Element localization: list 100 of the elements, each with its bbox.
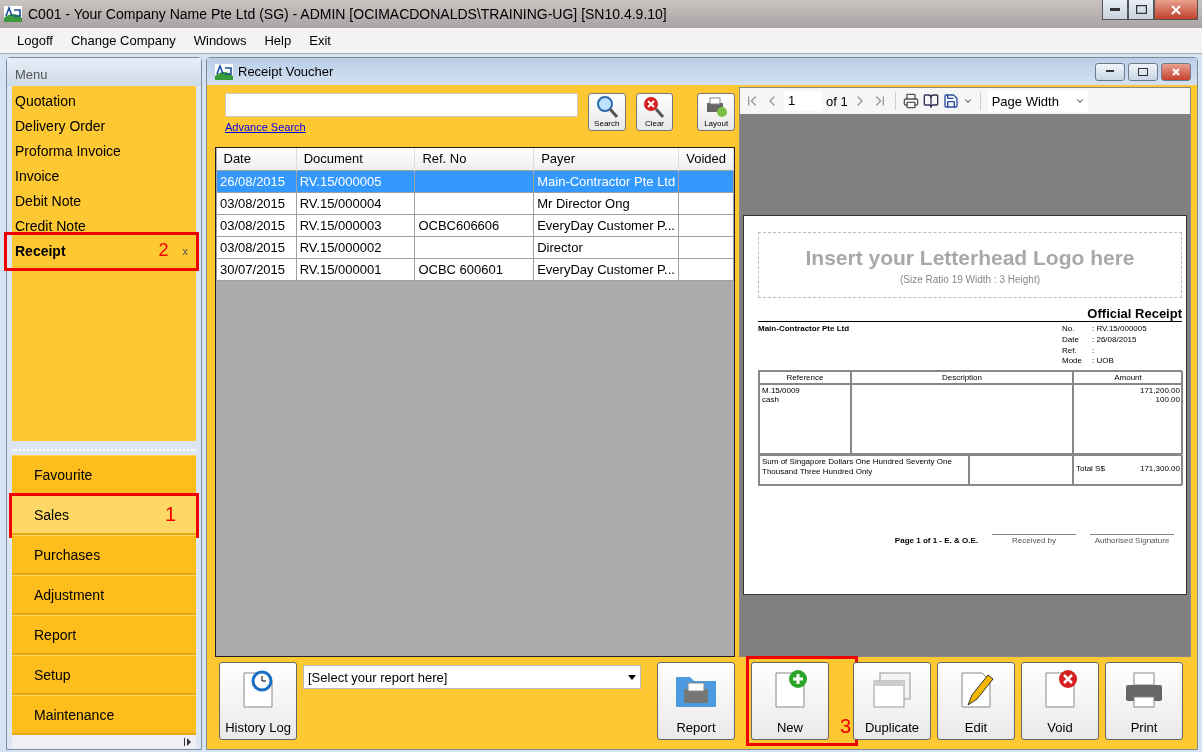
meta-value: : UOB [1092,356,1115,367]
search-field[interactable] [225,93,578,117]
export-icon[interactable] [942,93,959,109]
menu-item[interactable]: Change Company [61,33,185,48]
layout-button[interactable]: Layout [697,93,735,131]
page-setup-icon[interactable] [922,93,939,109]
amount-text: 171,200.00 [1138,386,1180,395]
report-button[interactable]: Report [657,662,735,740]
table-cell: EveryDay Customer P... [533,258,679,280]
sidebar-group[interactable]: Report [12,615,196,655]
maximize-icon [1138,67,1148,76]
sidebar-group[interactable]: Adjustment [12,575,196,615]
caret-icon [1074,96,1085,106]
clear-button[interactable]: Clear [635,93,674,131]
signature-line: Authorised Signature [1090,534,1174,545]
menu-item[interactable]: Windows [184,33,256,48]
duplicate-button[interactable]: Duplicate [853,662,931,740]
meta-label: Ref. [1062,345,1078,357]
sidebar-group[interactable]: Setup [12,655,196,695]
total-label: Total S$ [1076,464,1105,475]
page-number-field[interactable]: 1 [784,91,822,111]
reference-text: M.15/0009 [762,386,801,395]
close-button[interactable] [1161,62,1191,81]
sidebar-item[interactable]: Debit Note [12,188,196,213]
column-header[interactable]: Document [296,148,415,170]
print-icon[interactable] [902,93,919,109]
sidebar-item[interactable]: Quotation [12,88,196,113]
table-cell: Mr Director Ong [533,192,679,214]
minimize-button[interactable] [1095,62,1125,81]
sidebar-item[interactable]: Invoice [12,163,196,188]
column-header[interactable]: Payer [533,148,679,170]
minimize-icon [1110,7,1120,12]
table-cell: RV.15/000002 [296,236,415,258]
maximize-icon [1135,5,1147,14]
meta-value: : [1092,345,1096,357]
column-header[interactable]: Voided [678,148,734,170]
menu-item[interactable]: Logoff [8,33,62,48]
minimize-icon [1106,70,1114,73]
reference-text: cash [762,395,780,404]
maximize-button[interactable] [1128,0,1154,20]
table-cell: RV.15/000004 [296,192,415,214]
caret-icon[interactable] [962,96,973,106]
history-button[interactable]: History Log [219,662,297,740]
document-title: Official Receipt [758,306,1182,322]
table-cell: 30/07/2015 [216,258,297,280]
column-header: Amount [1113,373,1143,382]
table-cell: RV.15/000003 [296,214,415,236]
advance-search-link[interactable]: Advance Search [225,121,306,133]
table-cell: Director [533,236,679,258]
table-cell: OCBC606606 [414,214,534,236]
scroll-arrow-icon[interactable] [184,738,192,746]
callout-number: 2 [158,240,169,261]
report-select[interactable]: [Select your report here] [303,665,641,689]
column-header[interactable]: Ref. No [414,148,534,170]
table-cell: OCBC 600601 [414,258,534,280]
column-header: Description [941,373,983,382]
table-cell: EveryDay Customer P... [533,214,679,236]
callout-number: 1 [164,503,176,526]
sidebar-group[interactable]: Purchases [12,535,196,575]
menu-item[interactable]: Exit [300,33,340,48]
minimize-button[interactable] [1102,0,1128,20]
sidebar-group[interactable]: Maintenance [12,695,196,735]
table-cell: RV.15/000001 [296,258,415,280]
printer-gear-icon [704,95,729,119]
table-cell: 03/08/2015 [216,192,297,214]
restore-button[interactable] [1128,62,1158,81]
column-header[interactable]: Date [216,148,297,170]
close-button[interactable] [1154,0,1198,20]
print-button[interactable]: Print [1105,662,1183,740]
edit-button[interactable]: Edit [937,662,1015,740]
sidebar-item[interactable]: Delivery Order [12,113,196,138]
sidebar-group[interactable]: Favourite [12,455,196,495]
amount-text: 100.00 [1154,395,1180,404]
table-cell: 03/08/2015 [216,214,297,236]
meta-label: No. [1062,324,1076,335]
table-cell: Main-Contractor Pte Ltd [533,170,679,192]
sidebar-item[interactable]: Receipt [12,238,159,263]
search-button[interactable]: Search [587,93,626,131]
sidebar-item[interactable]: Proforma Invoice [12,138,196,163]
meta-label: Date [1062,334,1080,346]
total-amount: 171,300.00 [1139,464,1180,475]
clear-search-icon [642,95,667,119]
menu-item[interactable]: Help [255,33,301,48]
close-icon [1172,67,1180,76]
magnifier-icon [594,95,619,119]
zoom-select[interactable]: Page Width [987,90,1088,112]
menu-header: Menu [7,58,201,86]
meta-value: : RV.15/000005 [1092,324,1148,335]
table-cell: 26/08/2015 [216,170,297,192]
callout-number: 3 [839,715,851,738]
close-item-button[interactable]: x [182,244,188,257]
caret-icon[interactable] [628,674,636,680]
signature-line: Received by [992,534,1076,545]
sidebar-item[interactable]: Credit Note [12,213,196,238]
window-title: Receipt Voucher [238,64,334,79]
new-button[interactable]: New [751,662,829,740]
column-header: Reference [785,373,825,382]
amount-in-words: Sum of Singapore Dollars One Hundred Seventy One Thousand Three Hundred Only [762,457,953,477]
meta-value: : 26/08/2015 [1092,334,1138,346]
void-button[interactable]: Void [1021,662,1099,740]
